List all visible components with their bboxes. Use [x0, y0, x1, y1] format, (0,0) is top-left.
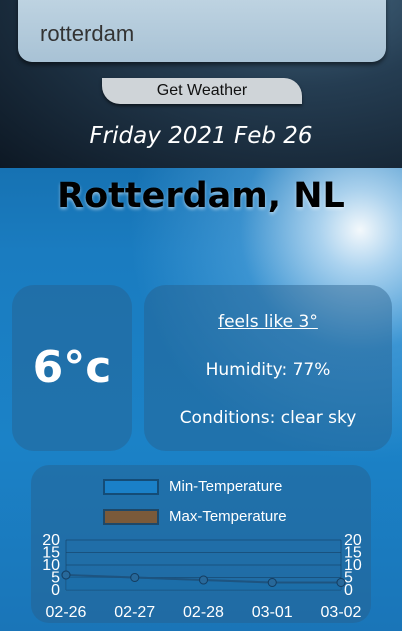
data-point [336, 578, 346, 587]
x-tick-label: 03-01 [252, 604, 293, 621]
x-tick-label: 02-27 [114, 604, 155, 621]
current-date: Friday 2021 Feb 26 [89, 123, 313, 149]
get-weather-button[interactable]: Get Weather [102, 78, 302, 104]
humidity-text: Humidity: 77% [205, 360, 331, 380]
temperature-card: 6°c [12, 285, 132, 451]
city-search-input[interactable] [18, 0, 386, 62]
y-tick-label-left: 20 [42, 532, 60, 549]
location-title: Rotterdam, NL [57, 176, 345, 216]
x-tick-label: 03-02 [321, 604, 362, 621]
data-point [61, 570, 71, 580]
data-point [199, 575, 208, 585]
data-point [267, 578, 277, 587]
temperature-line-chart: 0 05 510 1015 1520 2002-26 02-27 02-28 03-01 03-0… [42, 532, 362, 621]
x-tick-label: 02-28 [183, 604, 224, 621]
y-tick-label-right: 20 [344, 532, 362, 549]
header-bar: Get Weather Friday 2021 Feb 26 [0, 0, 402, 168]
current-temperature: 6°c [32, 342, 112, 393]
details-card: feels like 3° Humidity: 77% Conditions: … [144, 285, 392, 451]
conditions-text: Conditions: clear sky [179, 408, 357, 428]
forecast-chart-card: Min-Temperature Max-Temperature 0 0 5 5 10 10… [31, 465, 371, 623]
data-point [130, 573, 140, 582]
feels-like-text: feels like 3° [218, 312, 318, 332]
x-tick-label: 02-26 [46, 604, 87, 621]
